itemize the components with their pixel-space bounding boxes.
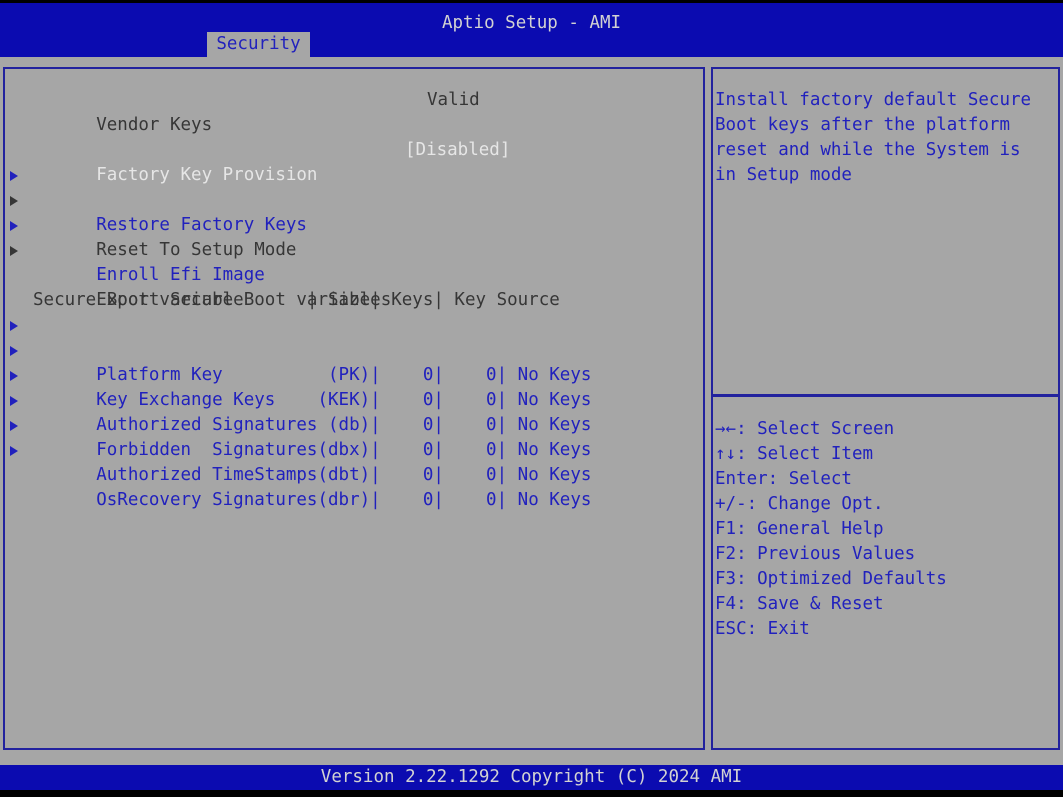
help-panel-divider (713, 394, 1058, 397)
hotkey-select-screen: →←: Select Screen (715, 417, 1055, 442)
tab-security[interactable]: Security (207, 32, 310, 57)
submenu-arrow-icon (10, 346, 18, 356)
help-panel: Install factory default Secure Boot keys… (711, 67, 1060, 750)
hotkey-select-item: ↑↓: Select Item (715, 442, 1055, 467)
submenu-arrow-icon (10, 196, 18, 206)
hotkey-change-opt: +/-: Change Opt. (715, 492, 1055, 517)
table-row-text: Authorized TimeStamps(dbt)| 0| 0| No Key… (96, 465, 591, 485)
item-help-text: Install factory default Secure Boot keys… (715, 88, 1055, 188)
table-row-osrecovery-signatures[interactable]: OsRecovery Signatures(dbr)| 0| 0| No Key… (5, 438, 703, 463)
spacer (5, 69, 703, 88)
table-row-authorized-signatures[interactable]: Authorized Signatures (db)| 0| 0| No Key… (5, 363, 703, 388)
submenu-arrow-icon (10, 371, 18, 381)
version-bar: Version 2.22.1292 Copyright (C) 2024 AMI (0, 765, 1063, 790)
submenu-arrow-icon (10, 446, 18, 456)
hotkey-legend: →←: Select Screen ↑↓: Select Item Enter:… (715, 417, 1055, 642)
vendor-keys-value: Valid (427, 88, 480, 113)
menu-item-restore-factory-keys[interactable]: Restore Factory Keys (5, 163, 703, 188)
help-line: reset and while the System is (715, 138, 1055, 163)
header-bar: Aptio Setup - AMI Security (0, 3, 1063, 57)
table-row-key-exchange-keys[interactable]: Key Exchange Keys (KEK)| 0| 0| No Keys (5, 338, 703, 363)
table-row-authorized-timestamps[interactable]: Authorized TimeStamps(dbt)| 0| 0| No Key… (5, 413, 703, 438)
hotkey-f2-previous-values: F2: Previous Values (715, 542, 1055, 567)
settings-panel: Vendor Keys Valid Factory Key Provision … (3, 67, 705, 750)
help-line: Install factory default Secure (715, 88, 1055, 113)
hotkey-f4-save-reset: F4: Save & Reset (715, 592, 1055, 617)
submenu-arrow-icon (10, 246, 18, 256)
hotkey-f3-optimized-defaults: F3: Optimized Defaults (715, 567, 1055, 592)
blank-row (5, 113, 703, 138)
table-row-forbidden-signatures[interactable]: Forbidden Signatures(dbx)| 0| 0| No Keys (5, 388, 703, 413)
hotkey-f1-general-help: F1: General Help (715, 517, 1055, 542)
menu-item-reset-to-setup-mode[interactable]: Reset To Setup Mode (5, 188, 703, 213)
submenu-arrow-icon (10, 221, 18, 231)
page-title: Aptio Setup - AMI (0, 13, 1063, 33)
bios-setup-screen: Aptio Setup - AMI Security Vendor Keys V… (0, 0, 1063, 797)
help-line: Boot keys after the platform (715, 113, 1055, 138)
hotkey-enter-select: Enter: Select (715, 467, 1055, 492)
factory-key-provision-value: [Disabled] (405, 138, 510, 163)
menu-item-export-secure-boot-variables[interactable]: Export Secure Boot variables (5, 238, 703, 263)
table-row-text: OsRecovery Signatures(dbr)| 0| 0| No Key… (96, 490, 591, 510)
factory-key-provision-row[interactable]: Factory Key Provision [Disabled] (5, 138, 703, 163)
submenu-arrow-icon (10, 396, 18, 406)
submenu-arrow-icon (10, 421, 18, 431)
submenu-arrow-icon (10, 321, 18, 331)
hotkey-esc-exit: ESC: Exit (715, 617, 1055, 642)
secure-boot-table-header: Secure Boot variable | Size| Keys| Key S… (5, 288, 703, 313)
table-row-platform-key[interactable]: Platform Key (PK)| 0| 0| No Keys (5, 313, 703, 338)
help-line: in Setup mode (715, 163, 1055, 188)
vendor-keys-row: Vendor Keys Valid (5, 88, 703, 113)
submenu-arrow-icon (10, 171, 18, 181)
blank-row (5, 263, 703, 288)
bottom-black-strip (0, 790, 1063, 797)
menu-item-enroll-efi-image[interactable]: Enroll Efi Image (5, 213, 703, 238)
